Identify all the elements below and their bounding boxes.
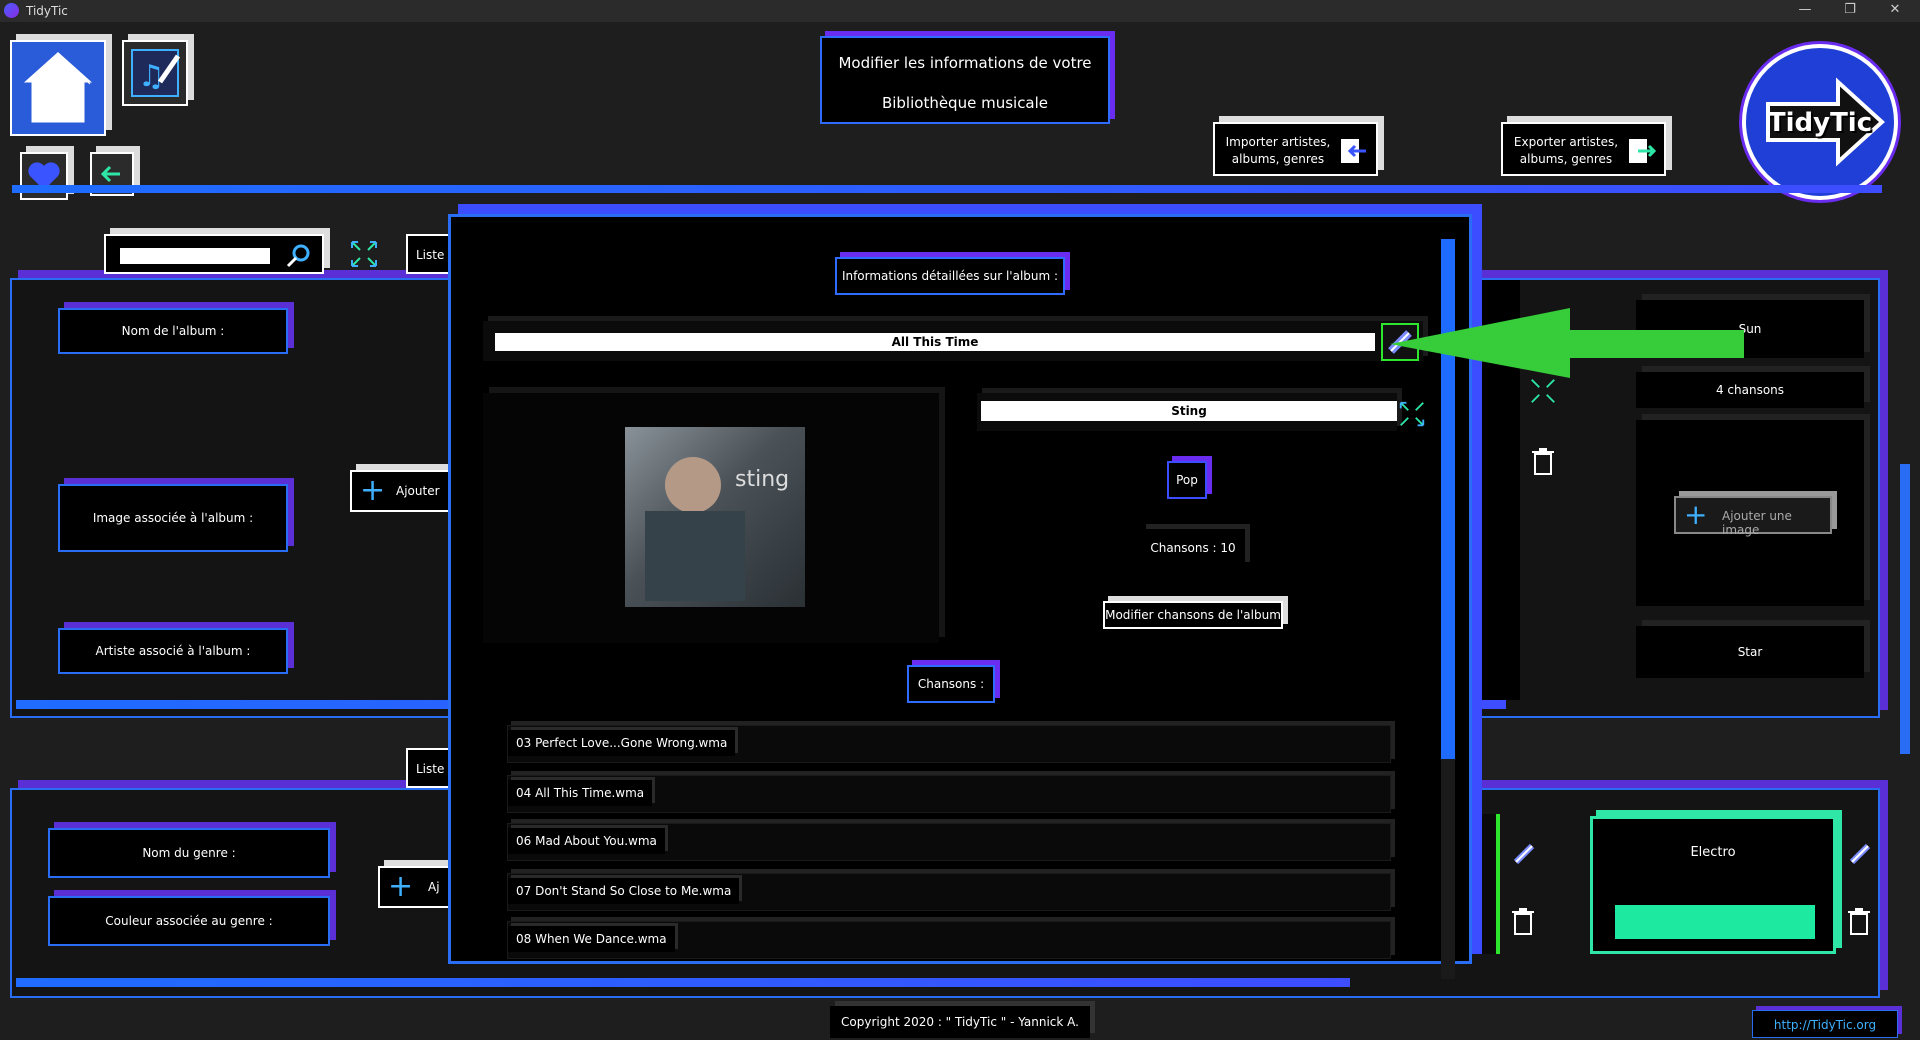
header-divider xyxy=(12,185,1882,193)
song-title: 03 Perfect Love...Gone Wrong.wma xyxy=(508,730,736,756)
song-row[interactable]: 08 When We Dance.wma xyxy=(507,921,1391,959)
music-note-icon: ♫ xyxy=(131,49,181,97)
import-label: Importer artistes, albums, genres xyxy=(1225,135,1331,166)
minimize-button[interactable]: — xyxy=(1782,0,1828,22)
artist-field[interactable]: Sting xyxy=(981,401,1397,421)
album-image-label: Image associée à l'album : xyxy=(58,484,288,552)
plus-icon: + xyxy=(1684,498,1708,531)
album-card-artist: Star xyxy=(1636,626,1864,678)
songs-header: Chansons : xyxy=(907,665,995,703)
songs-count: Chansons : 10 xyxy=(1141,529,1245,567)
genres-scrollbar[interactable] xyxy=(16,978,1350,987)
genre-color-swatch xyxy=(1615,905,1815,939)
trash-icon[interactable] xyxy=(1846,906,1872,936)
pencil-icon[interactable] xyxy=(1510,840,1538,868)
genre-card[interactable]: Electro xyxy=(1590,816,1836,954)
genre-color-label: Couleur associée au genre : xyxy=(48,896,330,946)
genre-card-edge xyxy=(1478,814,1500,954)
trash-icon[interactable] xyxy=(1510,906,1536,936)
cover-body xyxy=(645,511,745,601)
tidytic-logo: TidyTic xyxy=(1742,44,1898,200)
song-title: 07 Don't Stand So Close to Me.wma xyxy=(508,878,740,904)
genre-name-label: Nom du genre : xyxy=(48,828,330,878)
song-title: 08 When We Dance.wma xyxy=(508,926,675,952)
album-add-button[interactable]: + Ajouter xyxy=(350,470,450,512)
edit-songs-button[interactable]: Modifier chansons de l'album xyxy=(1103,601,1283,629)
expand-icon[interactable] xyxy=(1528,376,1558,406)
genre-badge[interactable]: Pop xyxy=(1167,461,1207,499)
genres-tab[interactable]: Liste xyxy=(406,748,454,788)
footer-link[interactable]: http://TidyTic.org xyxy=(1752,1010,1898,1038)
album-name-label: Nom de l'album : xyxy=(58,308,288,354)
album-artist-label: Artiste associé à l'album : xyxy=(58,628,288,674)
export-icon xyxy=(1629,139,1656,163)
plus-icon: + xyxy=(360,473,386,508)
genre-add-label: Aj xyxy=(428,880,440,894)
album-card-image-area: + Ajouter une image xyxy=(1636,420,1864,606)
page-title-box: Modifier les informations de votre Bibli… xyxy=(820,36,1110,124)
plus-icon: + xyxy=(388,869,414,904)
import-button[interactable]: Importer artistes, albums, genres xyxy=(1213,122,1378,176)
album-title-row: All This Time xyxy=(483,321,1423,361)
song-row[interactable]: 03 Perfect Love...Gone Wrong.wma xyxy=(507,725,1391,763)
window-titlebar: TidyTic — ❐ ✕ xyxy=(0,0,1920,22)
genre-card-name: Electro xyxy=(1690,845,1736,860)
album-card-add-image-button[interactable]: + Ajouter une image xyxy=(1674,496,1832,537)
song-row[interactable]: 06 Mad About You.wma xyxy=(507,823,1391,861)
album-search-input[interactable] xyxy=(120,248,270,264)
home-icon xyxy=(12,42,104,134)
album-cover-image: sting xyxy=(625,427,805,607)
app-icon xyxy=(4,3,19,18)
albums-tab[interactable]: Liste xyxy=(406,234,454,274)
export-label: Exporter artistes, albums, genres xyxy=(1513,135,1619,166)
window-title: TidyTic xyxy=(26,4,68,18)
album-cover-frame: sting xyxy=(483,393,939,643)
pencil-icon[interactable] xyxy=(1846,840,1874,868)
song-title: 04 All This Time.wma xyxy=(508,780,653,806)
export-button[interactable]: Exporter artistes, albums, genres xyxy=(1501,122,1666,176)
album-card-add-image-label: Ajouter une image xyxy=(1722,509,1792,537)
genre-add-button[interactable]: + Aj xyxy=(378,866,458,908)
song-row[interactable]: 07 Don't Stand So Close to Me.wma xyxy=(507,873,1391,911)
song-row[interactable]: 04 All This Time.wma xyxy=(507,775,1391,813)
artist-row: Sting xyxy=(977,393,1397,431)
album-title-field[interactable]: All This Time xyxy=(495,333,1375,351)
expand-icon[interactable] xyxy=(1397,399,1427,429)
shrink-icon[interactable] xyxy=(348,238,380,270)
annotation-arrow-icon xyxy=(1390,308,1744,378)
page-title-line2: Bibliothèque musicale xyxy=(881,94,1049,112)
trash-icon[interactable] xyxy=(1530,446,1556,476)
logo-text: TidyTic xyxy=(1767,108,1873,138)
footer-copyright: Copyright 2020 : " TidyTic " - Yannick A… xyxy=(830,1006,1090,1038)
album-details-modal: Informations détaillées sur l'album : Al… xyxy=(448,214,1472,979)
close-button[interactable]: ✕ xyxy=(1872,0,1918,22)
import-icon xyxy=(1341,139,1366,163)
song-title: 06 Mad About You.wma xyxy=(508,828,665,854)
restore-button[interactable]: ❐ xyxy=(1827,0,1873,22)
cover-text: sting xyxy=(735,467,790,492)
modal-header: Informations détaillées sur l'album : xyxy=(835,257,1065,295)
page-title-line1: Modifier les informations de votre xyxy=(838,54,1092,72)
right-scrollbar[interactable] xyxy=(1900,464,1910,754)
music-edit-button[interactable]: ♫ xyxy=(122,40,188,106)
cover-face xyxy=(665,457,721,513)
home-button[interactable] xyxy=(10,40,106,136)
album-search xyxy=(104,234,324,274)
album-add-label: Ajouter xyxy=(396,484,440,498)
search-icon[interactable] xyxy=(284,242,312,270)
